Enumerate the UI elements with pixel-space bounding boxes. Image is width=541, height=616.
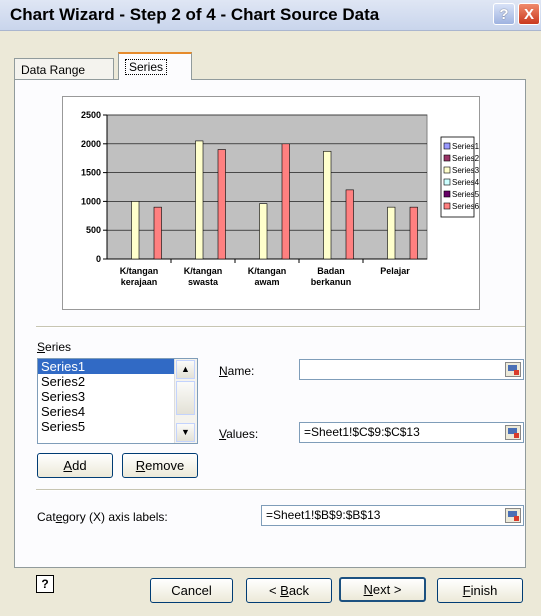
bar <box>323 150 332 260</box>
legend-swatch <box>443 166 451 174</box>
category-field[interactable]: =Sheet1!$B$9:$B$13 <box>261 505 524 526</box>
tab-series[interactable]: Series <box>118 52 192 80</box>
help-icon[interactable]: ? <box>36 575 54 593</box>
legend-label: Series3 <box>452 166 479 175</box>
chart-svg: 05001000150020002500K/tangankerajaanK/ta… <box>81 110 479 287</box>
x-tick-label: kerajaan <box>121 277 158 287</box>
back-button[interactable]: < Back <box>246 578 332 603</box>
legend-swatch <box>443 202 451 210</box>
legend-label: Series2 <box>452 154 479 163</box>
title-bar: Chart Wizard - Step 2 of 4 - Chart Sourc… <box>0 0 541 31</box>
legend-label: Series5 <box>452 190 479 199</box>
name-label: Name: <box>219 364 255 378</box>
scroll-up-icon[interactable]: ▲ <box>176 360 195 379</box>
bar <box>195 140 204 260</box>
category-value: =Sheet1!$B$9:$B$13 <box>266 508 381 522</box>
legend-swatch <box>443 178 451 186</box>
x-tick-label: Pelajar <box>380 266 410 276</box>
y-tick-label: 2000 <box>81 139 101 149</box>
separator-mid <box>36 489 525 491</box>
y-tick-label: 500 <box>86 225 101 235</box>
legend-label: Series4 <box>452 178 479 187</box>
legend-swatch <box>443 154 451 162</box>
x-tick-label: berkanun <box>311 277 352 287</box>
cancel-button[interactable]: Cancel <box>150 578 233 603</box>
category-collapse-icon[interactable] <box>505 508 521 523</box>
bar <box>345 189 354 260</box>
finish-button[interactable]: Finish <box>437 578 523 603</box>
bar <box>217 149 226 260</box>
title-help-button[interactable]: ? <box>493 3 515 25</box>
x-tick-label: Badan <box>317 266 345 276</box>
x-tick-label: swasta <box>188 277 219 287</box>
values-value: =Sheet1!$C$9:$C$13 <box>304 425 420 439</box>
bar <box>409 206 418 260</box>
legend-swatch <box>443 142 451 150</box>
values-label: Values: <box>219 427 259 441</box>
values-field[interactable]: =Sheet1!$C$9:$C$13 <box>299 422 524 443</box>
separator-top <box>36 326 525 328</box>
y-tick-label: 1000 <box>81 196 101 206</box>
series-scrollbar[interactable]: ▲ ▼ <box>174 359 197 443</box>
bar <box>387 206 396 260</box>
x-tick-label: K/tangan <box>248 266 287 276</box>
series-listbox[interactable]: Series1 Series2 Series3 Series4 Series5 ▲ ▼ <box>37 358 198 444</box>
name-field[interactable] <box>299 359 524 380</box>
y-tick-label: 1500 <box>81 168 101 178</box>
legend-label: Series1 <box>452 142 479 151</box>
tab-series-label: Series <box>125 59 168 75</box>
add-button[interactable]: Add <box>37 453 113 478</box>
remove-button[interactable]: Remove <box>122 453 198 478</box>
values-collapse-icon[interactable] <box>505 425 521 440</box>
next-button[interactable]: Next > <box>339 577 426 602</box>
x-tick-label: K/tangan <box>184 266 223 276</box>
legend-swatch <box>443 190 451 198</box>
bar <box>281 143 290 260</box>
x-tick-label: K/tangan <box>120 266 159 276</box>
series-label: Series <box>37 340 72 354</box>
y-tick-label: 0 <box>96 254 101 264</box>
close-button[interactable]: X <box>518 3 540 25</box>
name-collapse-icon[interactable] <box>505 362 521 377</box>
bar <box>131 201 140 260</box>
scroll-thumb[interactable] <box>176 381 195 415</box>
scroll-down-icon[interactable]: ▼ <box>176 423 195 442</box>
legend-label: Series6 <box>452 202 479 211</box>
category-label: Category (X) axis labels: <box>37 510 168 524</box>
bar <box>153 206 162 260</box>
tab-data-range[interactable]: Data Range <box>14 58 114 80</box>
y-tick-label: 2500 <box>81 110 101 120</box>
x-tick-label: awam <box>254 277 279 287</box>
bar <box>259 203 268 260</box>
window-title: Chart Wizard - Step 2 of 4 - Chart Sourc… <box>10 5 380 24</box>
chart-preview: 0 500 1000 1500 2000 2500 K/tangan kerajaan K/ta… <box>62 96 480 310</box>
